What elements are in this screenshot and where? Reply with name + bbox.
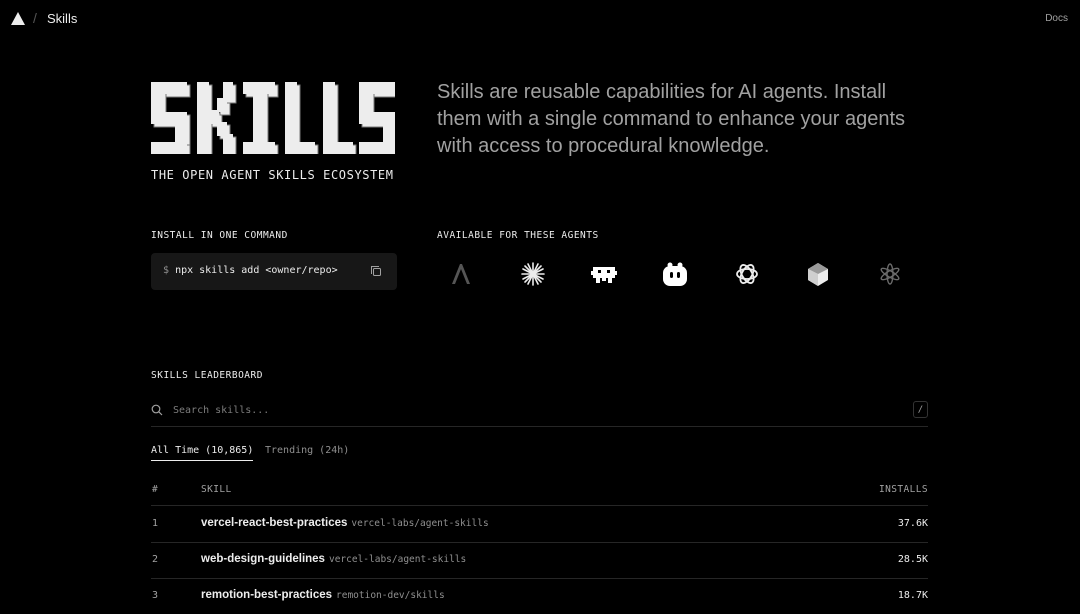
search-bar: /: [151, 396, 928, 427]
row-installs: 37.6K: [897, 518, 928, 529]
tab-trending[interactable]: Trending (24h): [265, 445, 349, 460]
table-row[interactable]: 2 web-design-guidelines vercel-labs/agent…: [151, 542, 928, 579]
copilot-icon[interactable]: [661, 260, 689, 288]
prompt-symbol: $: [163, 265, 170, 276]
cursor-icon[interactable]: [804, 260, 832, 288]
table-row[interactable]: 3 remotion-best-practices remotion-dev/sk…: [151, 578, 928, 614]
column-rank: #: [152, 484, 159, 495]
table-header: # SKILL INSTALLS: [151, 483, 928, 506]
search-shortcut-key: /: [913, 401, 928, 418]
row-installs: 28.5K: [897, 554, 928, 565]
row-rank: 1: [152, 518, 159, 529]
claude-icon[interactable]: [519, 260, 547, 288]
hero-description: Skills are reusable capabilities for AI …: [437, 81, 906, 157]
openai-icon[interactable]: [733, 260, 761, 288]
row-skill-source: vercel-labs/agent-skills: [328, 554, 467, 565]
row-skill-name[interactable]: vercel-react-best-practices vercel-labs/a…: [201, 517, 489, 529]
skill-name-text: remotion-best-practices: [201, 589, 333, 601]
goose-icon[interactable]: [590, 260, 618, 288]
search-input[interactable]: [173, 402, 873, 418]
column-skill: SKILL: [201, 484, 232, 495]
skills-logo: [151, 82, 395, 154]
install-command[interactable]: $ npx skills add <owner/repo>: [163, 265, 338, 276]
row-skill-source: vercel-labs/agent-skills: [351, 518, 489, 529]
copy-icon[interactable]: [370, 265, 382, 277]
command-text: npx skills add <owner/repo>: [175, 265, 338, 276]
row-rank: 3: [152, 590, 159, 601]
skill-name-text: vercel-react-best-practices: [201, 517, 348, 529]
row-skill-name[interactable]: remotion-best-practices remotion-dev/skil…: [201, 589, 445, 601]
breadcrumb-separator: /: [33, 10, 37, 26]
leaderboard-label: SKILLS LEADERBOARD: [151, 370, 263, 381]
breadcrumb-skills[interactable]: Skills: [47, 11, 77, 26]
row-skill-name[interactable]: web-design-guidelines vercel-labs/agent-s…: [201, 553, 466, 565]
top-bar: / Skills Docs: [0, 0, 1080, 38]
docs-link[interactable]: Docs: [1045, 13, 1068, 24]
table-row[interactable]: 1 vercel-react-best-practices vercel-labs…: [151, 506, 928, 543]
column-installs: INSTALLS: [879, 484, 928, 495]
search-icon: [151, 404, 163, 416]
agents-label: AVAILABLE FOR THESE AGENTS: [437, 230, 599, 241]
sparkle-icon[interactable]: [876, 260, 904, 288]
row-rank: 2: [152, 554, 159, 565]
tab-all-time[interactable]: All Time (10,865): [151, 445, 254, 461]
row-skill-source: remotion-dev/skills: [336, 590, 445, 601]
install-label: INSTALL IN ONE COMMAND: [151, 230, 288, 241]
skill-name-text: web-design-guidelines: [201, 553, 325, 565]
hero-subtitle: THE OPEN AGENT SKILLS ECOSYSTEM: [151, 168, 394, 182]
install-command-box[interactable]: $ npx skills add <owner/repo>: [151, 253, 397, 290]
vercel-logo-icon[interactable]: [11, 12, 25, 25]
amp-icon[interactable]: [447, 260, 475, 288]
row-installs: 18.7K: [897, 590, 928, 601]
